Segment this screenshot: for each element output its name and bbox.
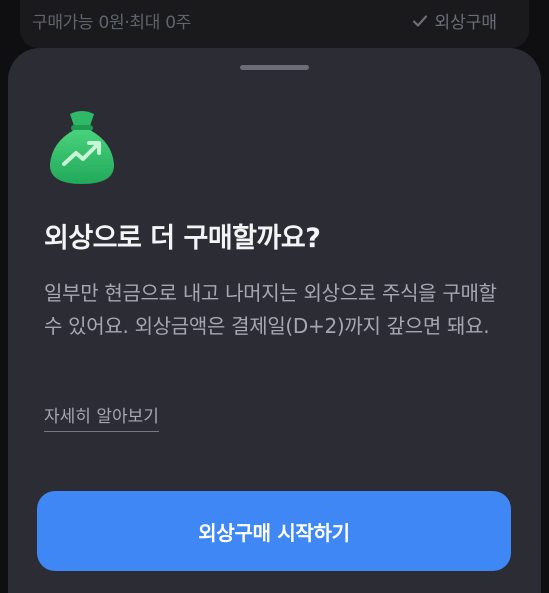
margin-buy-toggle[interactable]: 외상구매 [412, 8, 497, 33]
check-icon [412, 13, 428, 29]
learn-more-link[interactable]: 자세히 알아보기 [44, 402, 159, 432]
money-bag-icon [46, 108, 118, 188]
sheet-description: 일부만 현금으로 내고 나머지는 외상으로 주식을 구매할 수 있어요. 외상금… [44, 281, 497, 338]
bottom-sheet: 외상으로 더 구매할까요? 일부만 현금으로 내고 나머지는 외상으로 주식을 … [8, 48, 541, 593]
sheet-title: 외상으로 더 구매할까요? [44, 223, 321, 254]
sheet-drag-handle[interactable] [240, 65, 309, 70]
available-amount-text: 구매가능 0원·최대 0주 [32, 13, 192, 33]
margin-buy-label: 외상구매 [434, 13, 497, 33]
start-margin-buy-button[interactable]: 외상구매 시작하기 [37, 491, 511, 571]
